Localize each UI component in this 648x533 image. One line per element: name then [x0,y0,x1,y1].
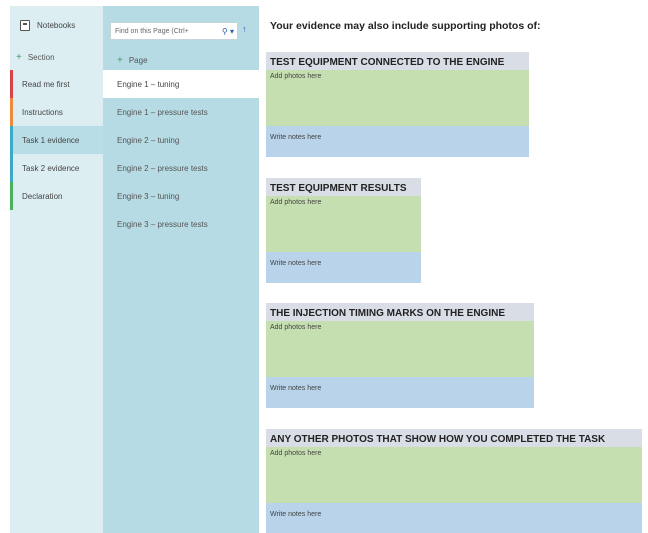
evidence-table-equipment-connected: TEST EQUIPMENT CONNECTED TO THE ENGINE A… [266,52,529,157]
section-pane: Notebooks + Section Read me first Instru… [10,6,103,533]
page-item-engine-2-pressure-tests[interactable]: Engine 2 – pressure tests [103,154,259,182]
notes-cell[interactable]: Write notes here [266,126,529,157]
page-item-engine-3-pressure-tests[interactable]: Engine 3 – pressure tests [103,210,259,238]
evidence-table-injection-timing: THE INJECTION TIMING MARKS ON THE ENGINE… [266,303,534,408]
section-color-bar [10,126,13,154]
page-item-engine-1-tuning[interactable]: Engine 1 – tuning [103,70,259,98]
notebooks-button[interactable]: Notebooks [10,6,103,44]
section-item-instructions[interactable]: Instructions [10,98,103,126]
notes-cell[interactable]: Write notes here [266,252,421,283]
table-title: THE INJECTION TIMING MARKS ON THE ENGINE [266,303,534,321]
page-item-engine-3-tuning[interactable]: Engine 3 – tuning [103,182,259,210]
section-label: Instructions [22,107,63,117]
add-section-button[interactable]: + Section [10,44,103,70]
notes-cell[interactable]: Write notes here [266,377,534,408]
table-title: ANY OTHER PHOTOS THAT SHOW HOW YOU COMPL… [266,429,642,447]
table-title: TEST EQUIPMENT RESULTS [266,178,421,196]
section-color-bar [10,182,13,210]
section-label: Task 1 evidence [22,135,80,145]
search-placeholder: Find on this Page (Ctrl+ [115,27,189,35]
section-color-bar [10,154,13,182]
section-color-bar [10,70,13,98]
search-icon[interactable]: ⚲ ▾ [222,27,234,36]
section-item-read-me-first[interactable]: Read me first [10,70,103,98]
add-section-label: Section [27,52,55,62]
section-item-task-1-evidence[interactable]: Task 1 evidence [10,126,103,154]
photos-cell[interactable]: Add photos here [266,447,642,503]
table-title: TEST EQUIPMENT CONNECTED TO THE ENGINE [266,52,529,70]
section-item-declaration[interactable]: Declaration [10,182,103,210]
page-canvas[interactable]: Your evidence may also include supportin… [262,0,648,533]
add-page-label: Page [128,55,148,65]
photos-cell[interactable]: Add photos here [266,70,529,126]
evidence-table-other-photos: ANY OTHER PHOTOS THAT SHOW HOW YOU COMPL… [266,429,642,533]
photos-cell[interactable]: Add photos here [266,321,534,377]
page-item-engine-1-pressure-tests[interactable]: Engine 1 – pressure tests [103,98,259,126]
page-list: Engine 1 – tuning Engine 1 – pressure te… [103,70,259,238]
evidence-table-equipment-results: TEST EQUIPMENT RESULTS Add photos here W… [266,178,421,283]
pin-icon[interactable]: ↑ [242,24,247,34]
plus-icon: + [16,51,22,63]
add-page-button[interactable]: + Page [103,48,259,72]
notes-cell[interactable]: Write notes here [266,503,642,533]
page-list-pane: Find on this Page (Ctrl+ ⚲ ▾ ↑ + Page En… [103,6,259,533]
section-label: Task 2 evidence [22,163,80,173]
section-label: Declaration [22,191,63,201]
page-item-engine-2-tuning[interactable]: Engine 2 – tuning [103,126,259,154]
page-heading: Your evidence may also include supportin… [270,20,541,32]
section-label: Read me first [22,79,70,89]
notebooks-label: Notebooks [37,20,76,30]
section-color-bar [10,98,13,126]
page-search-input[interactable]: Find on this Page (Ctrl+ ⚲ ▾ [110,22,238,40]
plus-icon: + [117,54,123,66]
section-item-task-2-evidence[interactable]: Task 2 evidence [10,154,103,182]
notebook-icon [20,19,30,31]
photos-cell[interactable]: Add photos here [266,196,421,252]
